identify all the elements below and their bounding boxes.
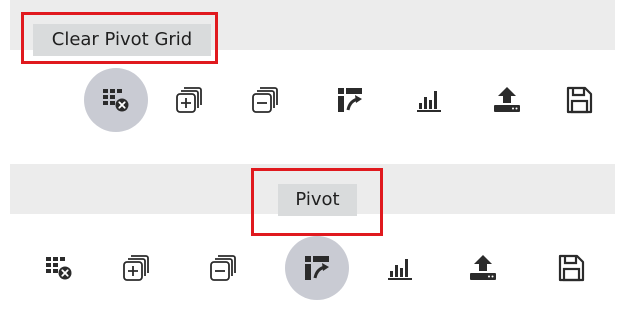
upload-icon [494,87,520,112]
bar-chart-icon [388,259,412,280]
pivot-icon [305,256,329,280]
pivot-icon [338,88,362,112]
collapse-all-button[interactable] [231,66,299,134]
bar-chart-icon [417,91,441,112]
expand-all-icon [123,255,149,281]
collapse-all-button[interactable] [189,234,257,302]
save-button[interactable] [545,66,613,134]
clear-pivot-grid-button[interactable] [25,234,93,302]
export-button[interactable] [449,234,517,302]
table-clear-icon [103,89,129,112]
pivot-toolbar [0,66,624,134]
collapse-all-icon [210,255,236,281]
clear-pivot-grid-button[interactable] [82,66,150,134]
chart-button[interactable] [366,234,434,302]
pivot-button[interactable] [316,66,384,134]
chart-button[interactable] [395,66,463,134]
highlight-box [251,168,383,236]
floppy-disk-icon [558,254,585,282]
expand-all-icon [176,87,202,113]
export-button[interactable] [473,66,541,134]
highlight-box [21,12,218,64]
pivot-toolbar [0,234,624,302]
expand-all-button[interactable] [102,234,170,302]
save-button[interactable] [537,234,605,302]
expand-all-button[interactable] [155,66,223,134]
pivot-button[interactable] [283,234,351,302]
collapse-all-icon [252,87,278,113]
upload-icon [470,255,496,280]
floppy-disk-icon [566,86,593,114]
table-clear-icon [46,257,72,280]
